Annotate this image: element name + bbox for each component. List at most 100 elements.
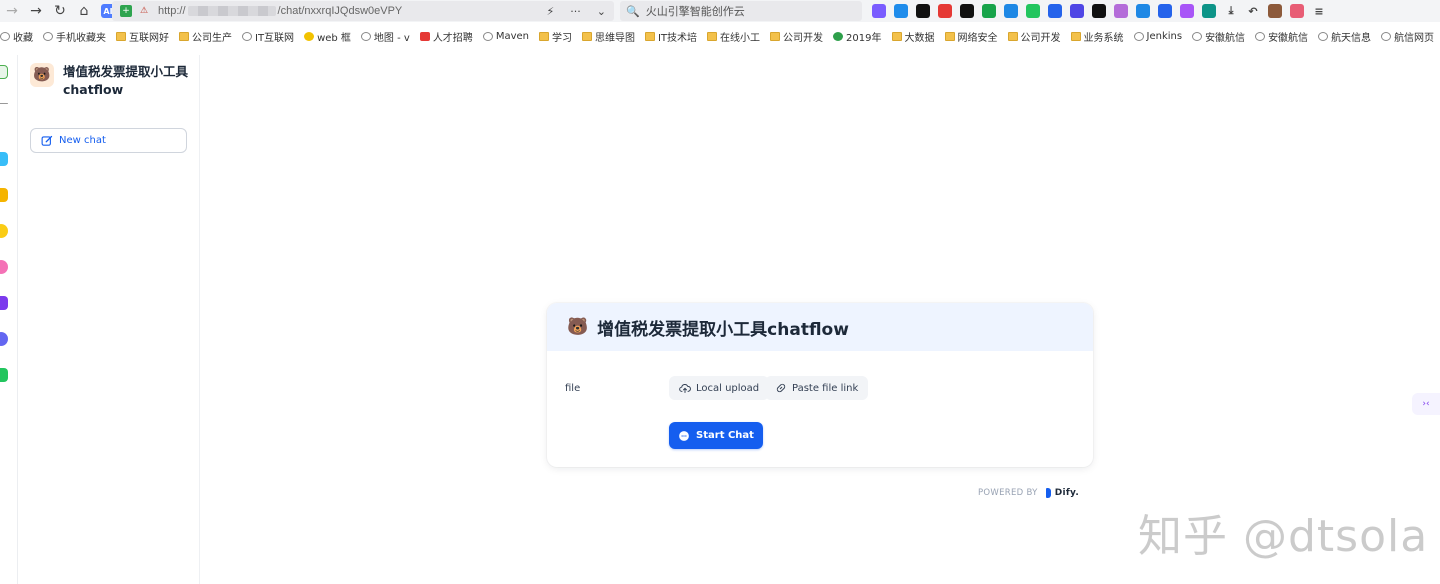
extension-icon[interactable] (1048, 4, 1062, 18)
shield-icon: + (120, 5, 132, 17)
extension-icon[interactable] (1158, 4, 1172, 18)
bookmark-label: 学习 (551, 32, 572, 44)
menu-icon[interactable]: ≡ (1312, 4, 1326, 18)
lightning-icon[interactable]: ⚡ (547, 5, 555, 18)
folder-icon (1070, 31, 1081, 41)
extension-icon[interactable] (1070, 4, 1084, 18)
undo-icon[interactable]: ↶ (1246, 4, 1260, 18)
chevron-down-icon[interactable]: ⌄ (597, 5, 606, 18)
bookmark-item[interactable]: 安徽航信 (1192, 29, 1245, 44)
app-header: 🐻 增值税发票提取小工具chatflow (30, 63, 193, 99)
search-icon: 🔍 (626, 4, 640, 18)
start-chat-button[interactable]: Start Chat (669, 422, 763, 449)
more-icon[interactable]: ··· (570, 5, 581, 18)
extension-icon[interactable] (1004, 4, 1018, 18)
bear-logo-icon: 🐻 (567, 317, 589, 337)
bookmark-item[interactable]: 在线小工 (707, 29, 760, 44)
collapse-side-tab[interactable]: ›‹ (1412, 393, 1440, 415)
bookmark-item[interactable]: 思维导图 (581, 29, 635, 44)
powered-by-label: POWERED BY (978, 488, 1038, 498)
it-icon (242, 31, 252, 41)
bookmark-item[interactable]: 地图 - v (360, 29, 410, 44)
globe-icon (1381, 31, 1392, 41)
dify-mark-icon (1045, 488, 1051, 498)
bookmark-label: 在线小工 (720, 32, 761, 44)
browser-side-strip (0, 55, 18, 584)
new-chat-button[interactable]: New chat (30, 128, 187, 153)
bookmark-label: IT互联网 (255, 32, 295, 44)
file-field-label: file (565, 383, 581, 394)
browser-toolbar: → → ↻ ⌂ AI + ⚠ http:///chat/nxxrqIJQdsw0… (0, 0, 1440, 22)
extension-icon[interactable] (1180, 4, 1194, 18)
bookmark-item[interactable]: 学习 (538, 29, 572, 44)
reload-icon[interactable]: ↻ (48, 0, 72, 22)
paste-file-link-button[interactable]: Paste file link (765, 376, 869, 400)
bookmark-item[interactable]: IT技术培 (644, 29, 698, 44)
extension-icon[interactable] (1114, 4, 1128, 18)
app-side-icon-3[interactable] (0, 224, 8, 238)
extension-icon[interactable] (938, 4, 952, 18)
bookmark-label: 安徽航信 (1268, 32, 1309, 44)
bookmark-item[interactable]: 网络安全 (944, 29, 998, 44)
bookmark-item[interactable]: 公司开发 (1007, 29, 1061, 44)
app-side-icon-1[interactable] (0, 152, 8, 166)
globe-icon (482, 31, 493, 41)
download-icon[interactable]: ⤓ (1224, 4, 1238, 18)
bookmark-item[interactable]: 2019年 (833, 29, 882, 44)
app-side-icon-4[interactable] (0, 260, 8, 274)
bookmark-item[interactable]: 业务系统 (1070, 29, 1124, 44)
extension-tray: ⤓ ↶ ≡ (872, 3, 1326, 19)
extension-icon[interactable] (1136, 4, 1150, 18)
chat-bubble-icon (679, 430, 689, 441)
app-side-icon-7[interactable] (0, 368, 8, 382)
app-side-icon-6[interactable] (0, 332, 8, 346)
bookmark-item[interactable]: Jenkins (1133, 31, 1182, 42)
bookmark-label: 业务系统 (1083, 32, 1124, 44)
bookmark-item[interactable]: IT互联网 (242, 29, 294, 44)
extension-icon[interactable] (960, 4, 974, 18)
phone-icon (43, 31, 53, 41)
bookmark-item[interactable]: 互联网好 (116, 29, 169, 44)
bookmark-item[interactable]: 安徽航信 (1255, 29, 1308, 44)
home-icon[interactable]: ⌂ (72, 0, 96, 22)
local-upload-button[interactable]: Local upload (669, 376, 770, 400)
extension-icon[interactable] (916, 4, 930, 18)
globe-icon (1318, 31, 1329, 41)
browser-search-input[interactable]: 🔍 火山引擎智能创作云 (620, 1, 862, 21)
url-text[interactable]: http:// /chat/nxxrqIJQdsw0eVPY (158, 5, 402, 17)
bookmark-item[interactable]: web 框 (304, 29, 351, 44)
bookmark-label: IT技术培 (657, 32, 698, 44)
profile-icon[interactable] (1290, 4, 1304, 18)
bookmark-item[interactable]: 大数据 (891, 29, 935, 44)
bookmark-item[interactable]: 公司生产 (179, 29, 232, 44)
globe-icon (1133, 31, 1144, 41)
briefcase-icon[interactable] (1268, 4, 1282, 18)
forward-icon[interactable]: → (24, 0, 48, 22)
extension-icon[interactable] (1026, 4, 1040, 18)
bookmark-label: 2019年 (846, 32, 882, 44)
divider-icon (0, 103, 8, 104)
folder-icon (944, 31, 955, 41)
extension-icon[interactable] (1202, 4, 1216, 18)
address-bar[interactable]: + ⚠ http:///chat/nxxrqIJQdsw0eVPY ⚡ ··· … (112, 1, 614, 21)
folder-icon (581, 31, 592, 41)
home-side-icon[interactable] (0, 65, 8, 79)
bookmark-item[interactable]: Maven (482, 31, 529, 42)
extension-icon[interactable] (872, 4, 886, 18)
bookmark-item[interactable]: 人才招聘 (419, 29, 473, 44)
bookmark-item[interactable]: 手机收藏夹 (43, 29, 106, 44)
bookmark-item[interactable]: 公司开发 (770, 29, 823, 44)
bookmark-item[interactable]: 收藏 (0, 29, 33, 44)
extension-icon[interactable] (982, 4, 996, 18)
folder-icon (538, 31, 549, 41)
back-icon[interactable]: → (0, 0, 24, 22)
dify-logo[interactable]: Dify. (1045, 488, 1079, 498)
edit-icon (41, 135, 53, 146)
bookmark-label: 人才招聘 (432, 32, 473, 44)
app-side-icon-2[interactable] (0, 188, 8, 202)
bookmark-item[interactable]: 航信网页 (1381, 29, 1434, 44)
extension-icon[interactable] (894, 4, 908, 18)
app-side-icon-5[interactable] (0, 296, 8, 310)
bookmark-item[interactable]: 航天信息 (1318, 29, 1371, 44)
extension-icon[interactable] (1092, 4, 1106, 18)
